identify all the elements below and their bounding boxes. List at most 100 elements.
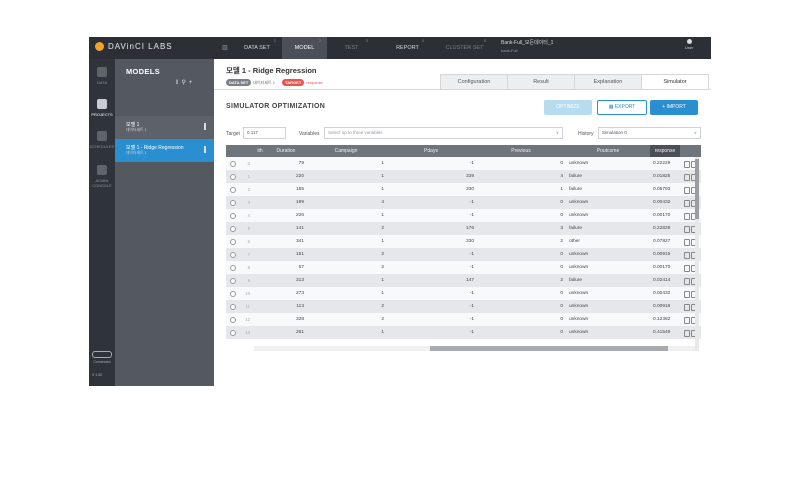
- rail-item-data[interactable]: DATA: [89, 67, 115, 85]
- table-row[interactable]: 0 79 1 -1 0 unknown 0.22229: [226, 157, 701, 170]
- copy-icon[interactable]: [684, 174, 690, 181]
- copy-icon[interactable]: [684, 265, 690, 272]
- col-poutcome[interactable]: Poutcome: [566, 145, 650, 157]
- col-pdays[interactable]: Pdays: [386, 145, 476, 157]
- col-campaign[interactable]: Campaign: [306, 145, 386, 157]
- cell-duration: 57: [298, 265, 304, 270]
- cell-response: 0.22828: [653, 226, 671, 231]
- project-subtitle: bank-Full: [501, 48, 518, 53]
- row-index: 4: [247, 213, 250, 218]
- tab-test[interactable]: 3 TEST: [329, 37, 374, 59]
- tab-report[interactable]: 4 REPORT: [385, 37, 430, 59]
- row-radio[interactable]: [230, 226, 236, 232]
- cell-response: 0.00915: [653, 252, 671, 257]
- table-row[interactable]: 3 199 4 -1 0 unknown 0.00432: [226, 196, 701, 209]
- horizontal-scrollbar[interactable]: [254, 346, 695, 351]
- cell-campaign: 2: [381, 317, 384, 322]
- table-row[interactable]: 11 113 2 -1 0 unknown 0.00916: [226, 300, 701, 313]
- table-row[interactable]: 1 220 1 339 4 failure 0.01825: [226, 170, 701, 183]
- rail-item-schedules[interactable]: SCHEDULES: [89, 131, 115, 149]
- row-index: 8: [247, 265, 250, 270]
- col-previous[interactable]: Previous: [476, 145, 566, 157]
- row-radio[interactable]: [230, 330, 236, 336]
- table-row[interactable]: 10 273 1 -1 0 unknown 0.00432: [226, 287, 701, 300]
- row-radio[interactable]: [230, 252, 236, 258]
- row-index: 1: [247, 174, 250, 179]
- row-radio[interactable]: [230, 187, 236, 193]
- copy-icon[interactable]: [684, 161, 690, 168]
- connection-label: Connected: [93, 360, 111, 364]
- user-menu[interactable]: User: [685, 39, 693, 51]
- table-row[interactable]: 9 313 1 147 2 failure 0.02414: [226, 274, 701, 287]
- target-input[interactable]: 0.117: [243, 127, 286, 139]
- table-row[interactable]: 12 328 2 -1 0 unknown 0.12382: [226, 313, 701, 326]
- row-radio[interactable]: [230, 304, 236, 310]
- tab-cluster-set[interactable]: 5 CLUSTER SET: [437, 37, 492, 59]
- col-response[interactable]: response: [650, 145, 680, 157]
- table-row[interactable]: 4 226 1 -1 0 unknown 0.00170: [226, 209, 701, 222]
- scroll-thumb[interactable]: [430, 346, 668, 351]
- table-row[interactable]: 7 151 2 -1 0 unknown 0.00915: [226, 248, 701, 261]
- brand-logo[interactable]: DAVinCI LABS: [95, 42, 173, 51]
- row-radio[interactable]: [230, 278, 236, 284]
- copy-icon[interactable]: [684, 226, 690, 233]
- row-radio[interactable]: [230, 291, 236, 297]
- search-icon[interactable]: ⚲: [181, 80, 188, 86]
- cell-campaign: 1: [381, 174, 384, 179]
- history-select[interactable]: Simulation 0 ∨: [598, 127, 701, 139]
- copy-icon[interactable]: [684, 317, 690, 324]
- cell-duration: 151: [295, 252, 304, 257]
- row-radio[interactable]: [230, 239, 236, 245]
- project-info[interactable]: Bank-Full_모든데이터_1 bank-Full: [501, 40, 553, 55]
- tab-result[interactable]: Result: [507, 74, 575, 89]
- table-row[interactable]: 2 185 1 330 1 failure 0.05793: [226, 183, 701, 196]
- row-radio[interactable]: [230, 200, 236, 206]
- apps-grid-icon[interactable]: ▥: [222, 44, 228, 51]
- vertical-scrollbar[interactable]: [695, 157, 699, 351]
- rail-item-projects[interactable]: PROJECTS: [89, 99, 115, 117]
- optimize-button[interactable]: OPTIMIZE: [544, 100, 592, 115]
- table-row[interactable]: 6 341 1 330 2 other 0.07827: [226, 235, 701, 248]
- more-icon[interactable]: [204, 146, 206, 153]
- variables-select[interactable]: Select up to three variables ∨: [324, 127, 563, 139]
- tab-simulator[interactable]: Simulator: [641, 74, 709, 89]
- cell-campaign: 1: [381, 187, 384, 192]
- rail-item-admin-console[interactable]: ADMIN CONSOLE: [89, 165, 115, 188]
- export-button[interactable]: ▦ EXPORT: [597, 100, 647, 115]
- copy-icon[interactable]: [684, 291, 690, 298]
- row-radio[interactable]: [230, 317, 236, 323]
- copy-icon[interactable]: [684, 304, 690, 311]
- col-ith[interactable]: ith: [254, 145, 266, 157]
- scroll-thumb[interactable]: [695, 159, 699, 219]
- copy-icon[interactable]: [684, 200, 690, 207]
- add-icon[interactable]: +: [189, 80, 196, 86]
- tab-configuration[interactable]: Configuration: [440, 74, 508, 89]
- row-radio[interactable]: [230, 213, 236, 219]
- row-radio[interactable]: [230, 174, 236, 180]
- cell-pdays: -1: [469, 317, 474, 322]
- row-radio[interactable]: [230, 161, 236, 167]
- copy-icon[interactable]: [684, 187, 690, 194]
- table-row[interactable]: 5 141 2 176 3 failure 0.22828: [226, 222, 701, 235]
- copy-icon[interactable]: [684, 330, 690, 337]
- table-row[interactable]: 8 57 2 -1 0 unknown 0.00170: [226, 261, 701, 274]
- cell-poutcome: unknown: [569, 304, 589, 309]
- tab-data-set[interactable]: 1 DATA SET: [232, 37, 282, 59]
- copy-icon[interactable]: [684, 252, 690, 259]
- copy-icon[interactable]: [684, 239, 690, 246]
- table-row[interactable]: 13 261 1 -1 0 unknown 0.41549: [226, 326, 701, 339]
- copy-icon[interactable]: [684, 278, 690, 285]
- cell-poutcome: unknown: [569, 161, 589, 166]
- more-icon[interactable]: [204, 123, 206, 130]
- import-button[interactable]: + IMPORT: [650, 100, 698, 115]
- tab-explanation[interactable]: Explanation: [574, 74, 642, 89]
- col-duration[interactable]: Duration: [266, 145, 306, 157]
- model-item-selected[interactable]: 모델 1 - Ridge Regression 데이터세트 1: [115, 139, 214, 162]
- model-item[interactable]: 모델 1 데이터세트 1: [115, 116, 214, 139]
- cell-pdays: -1: [469, 252, 474, 257]
- cell-duration: 273: [295, 291, 304, 296]
- tab-number: 4: [421, 38, 424, 43]
- tab-model[interactable]: 2 MODEL: [282, 37, 327, 59]
- row-radio[interactable]: [230, 265, 236, 271]
- copy-icon[interactable]: [684, 213, 690, 220]
